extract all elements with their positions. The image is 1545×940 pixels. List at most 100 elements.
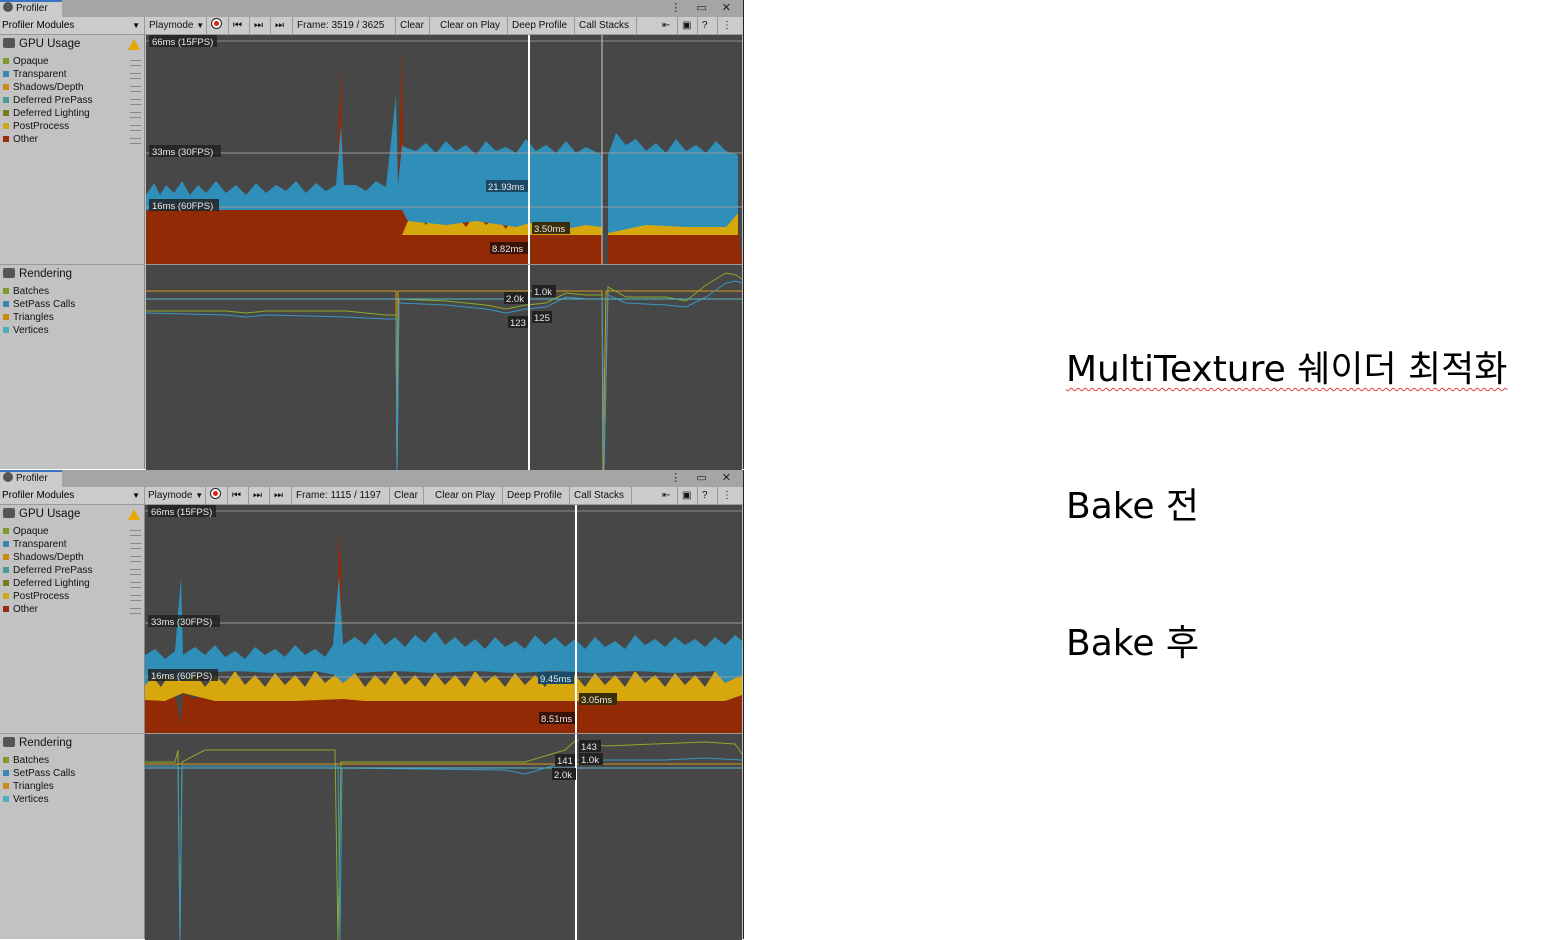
series-triangles-line bbox=[146, 290, 742, 470]
profiler-icon bbox=[3, 2, 13, 12]
setpass-value-label: 125 bbox=[534, 313, 550, 324]
deep-profile-toggle[interactable]: Deep Profile bbox=[503, 487, 570, 504]
load-icon[interactable]: ⇤ bbox=[658, 487, 678, 504]
module-title: Rendering bbox=[19, 268, 73, 280]
next-frame-button[interactable]: ⏭ bbox=[249, 487, 270, 504]
profiler-toolbar: Profiler Modules ▼ Playmode ▼ ⏮ ⏭ ⏭ Frame… bbox=[0, 17, 743, 35]
drag-handle-icon[interactable] bbox=[130, 73, 141, 79]
warning-icon[interactable] bbox=[128, 509, 140, 520]
call-stacks-toggle[interactable]: Call Stacks bbox=[575, 17, 637, 34]
clear-on-play-toggle[interactable]: Clear on Play bbox=[431, 487, 503, 504]
gpu-usage-chart[interactable]: 66ms (15FPS) 33ms (30FPS) 16ms (60FPS) 9… bbox=[145, 505, 742, 733]
legend-batches[interactable]: Batches bbox=[3, 286, 49, 297]
legend-setpass-calls[interactable]: SetPass Calls bbox=[3, 299, 75, 310]
legend-triangles[interactable]: Triangles bbox=[3, 781, 54, 792]
gpu-usage-chart[interactable]: 66ms (15FPS) 33ms (30FPS) 16ms (60FPS) 2… bbox=[146, 35, 742, 264]
transparent-value-label: 21.93ms bbox=[488, 182, 525, 193]
legend-postprocess[interactable]: PostProcess bbox=[3, 591, 69, 602]
drag-handle-icon[interactable] bbox=[130, 569, 141, 575]
batches-value-label: 143 bbox=[581, 742, 597, 753]
deep-profile-toggle[interactable]: Deep Profile bbox=[508, 17, 575, 34]
drag-handle-icon[interactable] bbox=[130, 556, 141, 562]
legend-transparent[interactable]: Transparent bbox=[3, 539, 67, 550]
drag-handle-icon[interactable] bbox=[130, 112, 141, 118]
drag-handle-icon[interactable] bbox=[130, 125, 141, 131]
profiler-icon bbox=[3, 472, 13, 482]
call-stacks-toggle[interactable]: Call Stacks bbox=[570, 487, 632, 504]
gpu-usage-module[interactable]: GPU Usage Opaque Transparent Shadows/Dep… bbox=[0, 35, 145, 264]
load-icon[interactable]: ⇤ bbox=[658, 17, 678, 34]
legend-opaque[interactable]: Opaque bbox=[3, 56, 49, 67]
legend-batches[interactable]: Batches bbox=[3, 755, 49, 766]
legend-deferred-prepass[interactable]: Deferred PrePass bbox=[3, 95, 92, 106]
profiler-tab[interactable]: Profiler bbox=[0, 470, 62, 487]
more-options-icon[interactable]: ⋮ bbox=[718, 487, 743, 504]
clear-on-play-toggle[interactable]: Clear on Play bbox=[436, 17, 508, 34]
save-icon[interactable]: ▣ bbox=[678, 17, 698, 34]
first-frame-button[interactable]: ⏮ bbox=[229, 17, 250, 34]
series-transparent-area bbox=[145, 575, 742, 685]
first-frame-button[interactable]: ⏮ bbox=[228, 487, 249, 504]
swatch bbox=[3, 567, 9, 573]
next-frame-button[interactable]: ⏭ bbox=[250, 17, 271, 34]
rendering-module[interactable]: Rendering Batches SetPass Calls Triangle… bbox=[0, 264, 145, 469]
record-button[interactable] bbox=[206, 487, 228, 504]
legend-shadows-depth[interactable]: Shadows/Depth bbox=[3, 552, 84, 563]
profiler-window-1: Profiler ⋮ ▭ ✕ Profiler Modules ▼ Playmod… bbox=[0, 0, 744, 470]
swatch bbox=[3, 580, 9, 586]
legend-deferred-lighting[interactable]: Deferred Lighting bbox=[3, 578, 90, 589]
legend-shadows-depth[interactable]: Shadows/Depth bbox=[3, 82, 84, 93]
playmode-dropdown[interactable]: Playmode ▼ bbox=[145, 17, 207, 34]
drag-handle-icon[interactable] bbox=[130, 543, 141, 549]
legend-postprocess[interactable]: PostProcess bbox=[3, 121, 69, 132]
legend-vertices[interactable]: Vertices bbox=[3, 794, 49, 805]
profiler-modules-dropdown[interactable]: Profiler Modules ▼ bbox=[0, 17, 145, 34]
gpu-usage-module[interactable]: GPU Usage Opaque Transparent Shadows/Dep… bbox=[0, 505, 145, 733]
last-frame-button[interactable]: ⏭ bbox=[270, 487, 292, 504]
legend-opaque[interactable]: Opaque bbox=[3, 526, 49, 537]
legend-triangles[interactable]: Triangles bbox=[3, 312, 54, 323]
clear-button[interactable]: Clear bbox=[390, 487, 424, 504]
help-icon[interactable]: ? bbox=[698, 487, 718, 504]
swatch bbox=[3, 783, 9, 789]
drag-handle-icon[interactable] bbox=[130, 99, 141, 105]
drag-handle-icon[interactable] bbox=[130, 138, 141, 144]
module-title: GPU Usage bbox=[19, 38, 81, 50]
rendering-chart[interactable]: 2.0k 1.0k 123 125 bbox=[146, 264, 742, 470]
rendering-module[interactable]: Rendering Batches SetPass Calls Triangle… bbox=[0, 733, 145, 939]
profiler-window-2: Profiler ⋮ ▭ ✕ Profiler Modules ▼ Playmod… bbox=[0, 470, 744, 940]
help-icon[interactable]: ? bbox=[698, 17, 718, 34]
clear-button[interactable]: Clear bbox=[396, 17, 430, 34]
rendering-chart[interactable]: 143 1.0k 141 2.0k bbox=[145, 733, 742, 940]
frame-counter: Frame: 1115 / 1197 bbox=[292, 487, 390, 504]
drag-handle-icon[interactable] bbox=[130, 595, 141, 601]
swatch bbox=[3, 327, 9, 333]
legend-vertices[interactable]: Vertices bbox=[3, 325, 49, 336]
legend-deferred-prepass[interactable]: Deferred PrePass bbox=[3, 565, 92, 576]
playmode-dropdown[interactable]: Playmode ▼ bbox=[144, 487, 206, 504]
legend-deferred-lighting[interactable]: Deferred Lighting bbox=[3, 108, 90, 119]
window-controls[interactable]: ⋮ ▭ ✕ bbox=[670, 471, 737, 484]
legend-setpass-calls[interactable]: SetPass Calls bbox=[3, 768, 75, 779]
legend-transparent[interactable]: Transparent bbox=[3, 69, 67, 80]
rendering-icon bbox=[3, 737, 15, 747]
warning-icon[interactable] bbox=[128, 39, 140, 50]
drag-handle-icon[interactable] bbox=[130, 608, 141, 614]
record-icon bbox=[210, 488, 221, 499]
drag-handle-icon[interactable] bbox=[130, 60, 141, 66]
fps-label-60: 16ms (60FPS) bbox=[152, 201, 213, 212]
last-frame-button[interactable]: ⏭ bbox=[271, 17, 293, 34]
legend-other[interactable]: Other bbox=[3, 134, 38, 145]
save-icon[interactable]: ▣ bbox=[678, 487, 698, 504]
profiler-modules-dropdown[interactable]: Profiler Modules ▼ bbox=[0, 487, 145, 504]
drag-handle-icon[interactable] bbox=[130, 582, 141, 588]
series-batches-line bbox=[145, 739, 742, 940]
more-options-icon[interactable]: ⋮ bbox=[718, 17, 743, 34]
legend-other[interactable]: Other bbox=[3, 604, 38, 615]
record-button[interactable] bbox=[207, 17, 229, 34]
window-titlebar: Profiler ⋮ ▭ ✕ bbox=[0, 0, 743, 18]
drag-handle-icon[interactable] bbox=[130, 530, 141, 536]
drag-handle-icon[interactable] bbox=[130, 86, 141, 92]
profiler-tab[interactable]: Profiler bbox=[0, 0, 62, 17]
window-controls[interactable]: ⋮ ▭ ✕ bbox=[670, 1, 737, 14]
